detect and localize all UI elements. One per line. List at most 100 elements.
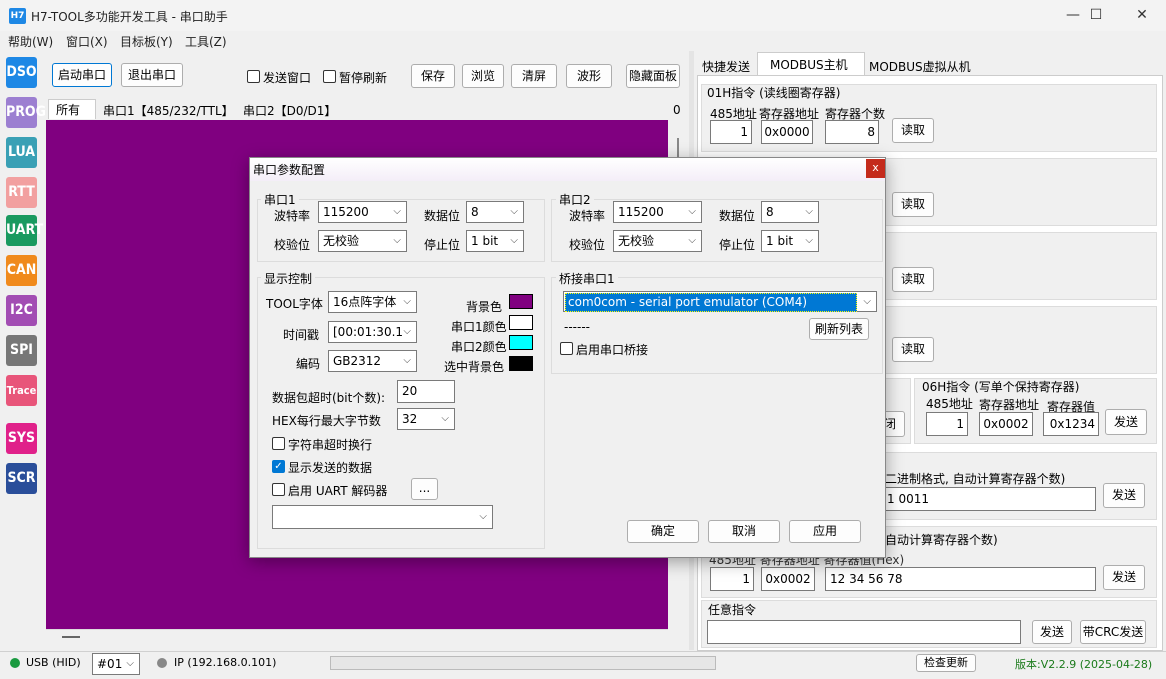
refresh-list-button[interactable]: 刷新列表 [809, 318, 869, 340]
bridge-port-value: com0com - serial port emulator (COM4) [565, 293, 857, 312]
sidebar-prog-button[interactable]: PROG [6, 97, 46, 128]
uart-decoder-checkbox[interactable] [272, 483, 285, 496]
exit-port-button[interactable]: 退出串口 [121, 63, 183, 87]
read03-button[interactable]: 读取 [892, 267, 934, 292]
sidebar-trace-button[interactable]: Trace [6, 375, 37, 406]
reg01-input[interactable]: 0x0000 [761, 120, 813, 144]
apply-button[interactable]: 应用 [789, 520, 861, 543]
p1-baud-select[interactable]: 115200 ⌵ [318, 201, 407, 223]
read04-button[interactable]: 读取 [892, 337, 934, 362]
send-window-checkbox[interactable] [247, 70, 260, 83]
clear-screen-button[interactable]: 清屏 [511, 64, 557, 88]
send06-button[interactable]: 发送 [1105, 409, 1147, 435]
close-window-button[interactable]: ✕ [1119, 0, 1165, 31]
dialog-close-button[interactable]: x [866, 159, 885, 178]
encoding-value: GB2312 [333, 354, 382, 368]
read01-button[interactable]: 读取 [892, 118, 934, 143]
pause-refresh-checkbox[interactable] [323, 70, 336, 83]
send-crc-button[interactable]: 带CRC发送 [1080, 620, 1146, 644]
save-button[interactable]: 保存 [411, 64, 455, 88]
dialog-title: 串口参数配置 [253, 163, 326, 177]
reg06-input[interactable]: 0x0002 [979, 412, 1033, 436]
p1-parity-select[interactable]: 无校验 ⌵ [318, 230, 407, 252]
show-sent-checkbox[interactable]: ✓ [272, 460, 285, 473]
tab-port1[interactable]: 串口1【485/232/TTL】 [103, 102, 234, 119]
sel-bg-color-swatch[interactable] [509, 356, 533, 371]
menu-help[interactable]: 帮助(W) [8, 33, 53, 50]
addr06-input[interactable]: 1 [926, 412, 968, 436]
addr01-input[interactable]: 1 [710, 120, 752, 144]
start-port-button[interactable]: 启动串口 [52, 63, 112, 87]
str-wrap-checkbox[interactable] [272, 437, 285, 450]
cnt01-input[interactable]: 8 [825, 120, 879, 144]
p2-data-value: 8 [766, 205, 774, 219]
sidebar-sys-button[interactable]: SYS [6, 423, 37, 454]
menu-tools[interactable]: 工具(Z) [185, 33, 227, 50]
p2-parity-label: 校验位 [569, 238, 606, 252]
tab-port2[interactable]: 串口2【D0/D1】 [243, 102, 336, 119]
font-select[interactable]: 16点阵字体 ⌵ [328, 291, 417, 313]
sidebar-rtt-button[interactable]: RTT [6, 177, 37, 208]
scroll-thumb[interactable] [677, 138, 679, 158]
any-cmd-input[interactable] [707, 620, 1021, 644]
p2-baud-select[interactable]: 115200 ⌵ [613, 201, 702, 223]
p2-data-select[interactable]: 8 ⌵ [761, 201, 819, 223]
p2-baud-label: 波特率 [569, 209, 606, 223]
decoder-select[interactable]: ⌵ [272, 505, 493, 529]
cancel-button[interactable]: 取消 [708, 520, 780, 543]
show-sent-label: 显示发送的数据 [288, 461, 373, 475]
sidebar-uart-button[interactable]: UART [6, 215, 43, 246]
sidebar-scr-button[interactable]: SCR [6, 463, 37, 494]
check-update-button[interactable]: 检查更新 [916, 654, 976, 672]
val10-input[interactable]: 12 34 56 78 [825, 567, 1096, 591]
bg-color-swatch[interactable] [509, 294, 533, 309]
p2-stop-select[interactable]: 1 bit ⌵ [761, 230, 819, 252]
any-send-button[interactable]: 发送 [1032, 620, 1072, 644]
p1-baud-value: 115200 [323, 205, 369, 219]
bridge-port-select[interactable]: com0com - serial port emulator (COM4) ⌵ [563, 291, 877, 312]
ok-button[interactable]: 确定 [627, 520, 699, 543]
menu-window[interactable]: 窗口(X) [66, 33, 108, 50]
sidebar-can-button[interactable]: CAN [6, 255, 37, 286]
sidebar-spi-button[interactable]: SPI [6, 335, 37, 366]
timestamp-select[interactable]: [00:01:30.12 ⌵ [328, 321, 417, 343]
device-select[interactable]: #01 ⌵ [92, 653, 140, 675]
decoder-more-button[interactable]: ... [411, 478, 438, 500]
timestamp-value: [00:01:30.12 [333, 325, 411, 339]
progress-bar [330, 656, 716, 670]
waveform-button[interactable]: 波形 [566, 64, 612, 88]
sidebar-dso-button[interactable]: DSO [6, 57, 37, 88]
maximize-button[interactable]: ☐ [1073, 0, 1119, 31]
chevron-down-icon: ⌵ [403, 355, 411, 366]
timeout-input[interactable]: 20 [397, 380, 455, 403]
send0f-button[interactable]: 发送 [1103, 483, 1145, 508]
enable-bridge-checkbox[interactable] [560, 342, 573, 355]
p2-parity-select[interactable]: 无校验 ⌵ [613, 230, 702, 252]
val0f-input[interactable]: 1 0011 [870, 487, 1096, 511]
port1-color-swatch[interactable] [509, 315, 533, 330]
send10-button[interactable]: 发送 [1103, 565, 1145, 590]
sidebar-lua-button[interactable]: LUA [6, 137, 37, 168]
menu-target-board[interactable]: 目标板(Y) [120, 33, 173, 50]
terminal-hscrollbar[interactable] [46, 629, 668, 645]
hide-panel-button[interactable]: 隐藏面板 [626, 64, 680, 88]
p1-stop-select[interactable]: 1 bit ⌵ [466, 230, 524, 252]
any-cmd-title: 任意指令 [708, 603, 757, 617]
val06-input[interactable]: 0x1234 [1043, 412, 1099, 436]
p1-data-select[interactable]: 8 ⌵ [466, 201, 524, 223]
sidebar-i2c-button[interactable]: I2C [6, 295, 37, 326]
addr10-input[interactable]: 1 [710, 567, 754, 591]
encoding-select[interactable]: GB2312 ⌵ [328, 350, 417, 372]
tab-quick-send[interactable]: 快捷发送 [702, 58, 750, 75]
hex-max-value: 32 [402, 412, 418, 426]
port1-title: 串口1 [261, 191, 299, 208]
usb-status: USB (HID) [26, 656, 81, 669]
hex-max-select[interactable]: 32 ⌵ [397, 408, 455, 430]
port2-color-swatch[interactable] [509, 335, 533, 350]
chevron-down-icon: ⌵ [441, 413, 449, 424]
tab-modbus-slave[interactable]: MODBUS虚拟从机 [869, 58, 971, 75]
reg10-input[interactable]: 0x0002 [761, 567, 815, 591]
browse-button[interactable]: 浏览 [462, 64, 504, 88]
read02-button[interactable]: 读取 [892, 192, 934, 217]
hscroll-thumb[interactable] [62, 636, 80, 638]
